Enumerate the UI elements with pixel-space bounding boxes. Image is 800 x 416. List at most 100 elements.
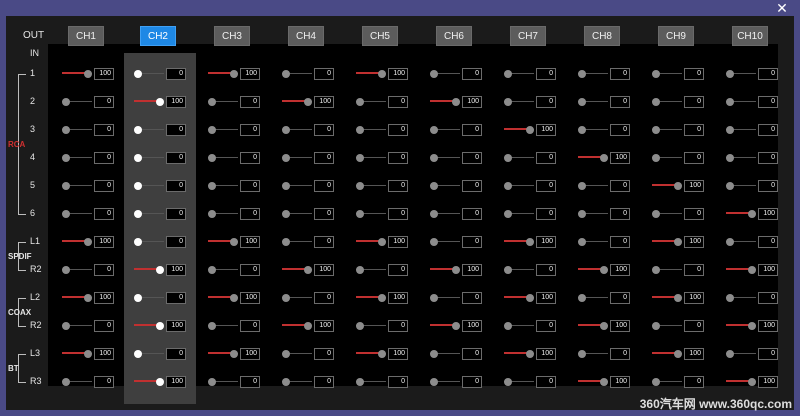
- gain-slider[interactable]: [134, 321, 164, 331]
- gain-value-field[interactable]: 0: [684, 152, 704, 164]
- slider-knob[interactable]: [652, 70, 660, 78]
- gain-slider[interactable]: [578, 265, 608, 275]
- slider-knob[interactable]: [378, 294, 386, 302]
- gain-slider[interactable]: [134, 125, 164, 135]
- gain-value-field[interactable]: 100: [684, 180, 704, 192]
- gain-slider[interactable]: [282, 69, 312, 79]
- gain-value-field[interactable]: 0: [388, 152, 408, 164]
- gain-slider[interactable]: [726, 237, 756, 247]
- gain-value-field[interactable]: 0: [610, 292, 630, 304]
- gain-slider[interactable]: [726, 97, 756, 107]
- gain-slider[interactable]: [208, 153, 238, 163]
- gain-slider[interactable]: [62, 293, 92, 303]
- gain-value-field[interactable]: 0: [758, 124, 778, 136]
- gain-slider[interactable]: [430, 97, 460, 107]
- gain-value-field[interactable]: 100: [610, 376, 630, 388]
- slider-knob[interactable]: [356, 322, 364, 330]
- slider-knob[interactable]: [726, 238, 734, 246]
- close-icon[interactable]: ✕: [774, 0, 790, 16]
- slider-knob[interactable]: [504, 70, 512, 78]
- slider-knob[interactable]: [156, 378, 164, 386]
- gain-value-field[interactable]: 100: [94, 236, 114, 248]
- gain-slider[interactable]: [578, 321, 608, 331]
- slider-knob[interactable]: [504, 378, 512, 386]
- slider-knob[interactable]: [652, 378, 660, 386]
- slider-knob[interactable]: [208, 154, 216, 162]
- gain-slider[interactable]: [62, 265, 92, 275]
- gain-value-field[interactable]: 0: [94, 320, 114, 332]
- gain-slider[interactable]: [208, 293, 238, 303]
- gain-value-field[interactable]: 0: [240, 376, 260, 388]
- slider-knob[interactable]: [304, 98, 312, 106]
- slider-knob[interactable]: [526, 126, 534, 134]
- gain-value-field[interactable]: 0: [240, 320, 260, 332]
- gain-slider[interactable]: [356, 237, 386, 247]
- gain-value-field[interactable]: 0: [314, 376, 334, 388]
- gain-value-field[interactable]: 100: [536, 236, 556, 248]
- gain-slider[interactable]: [430, 377, 460, 387]
- gain-slider[interactable]: [134, 293, 164, 303]
- gain-value-field[interactable]: 100: [684, 236, 704, 248]
- gain-slider[interactable]: [504, 181, 534, 191]
- gain-slider[interactable]: [652, 69, 682, 79]
- gain-value-field[interactable]: 100: [536, 348, 556, 360]
- slider-knob[interactable]: [208, 182, 216, 190]
- gain-value-field[interactable]: 0: [684, 96, 704, 108]
- slider-knob[interactable]: [208, 210, 216, 218]
- gain-slider[interactable]: [134, 181, 164, 191]
- gain-value-field[interactable]: 0: [462, 180, 482, 192]
- gain-value-field[interactable]: 0: [240, 96, 260, 108]
- slider-knob[interactable]: [378, 238, 386, 246]
- gain-slider[interactable]: [356, 321, 386, 331]
- slider-knob[interactable]: [282, 154, 290, 162]
- slider-knob[interactable]: [430, 126, 438, 134]
- slider-knob[interactable]: [230, 350, 238, 358]
- gain-slider[interactable]: [504, 237, 534, 247]
- gain-slider[interactable]: [356, 209, 386, 219]
- slider-knob[interactable]: [378, 70, 386, 78]
- gain-value-field[interactable]: 100: [758, 376, 778, 388]
- slider-knob[interactable]: [526, 294, 534, 302]
- gain-value-field[interactable]: 100: [240, 68, 260, 80]
- slider-knob[interactable]: [84, 238, 92, 246]
- gain-slider[interactable]: [62, 377, 92, 387]
- gain-slider[interactable]: [652, 265, 682, 275]
- gain-slider[interactable]: [208, 237, 238, 247]
- slider-knob[interactable]: [430, 182, 438, 190]
- gain-value-field[interactable]: 0: [610, 348, 630, 360]
- gain-value-field[interactable]: 0: [684, 320, 704, 332]
- gain-value-field[interactable]: 100: [166, 376, 186, 388]
- slider-knob[interactable]: [430, 238, 438, 246]
- gain-slider[interactable]: [62, 209, 92, 219]
- channel-button-ch2[interactable]: CH2: [140, 26, 176, 46]
- slider-knob[interactable]: [504, 210, 512, 218]
- gain-slider[interactable]: [208, 125, 238, 135]
- gain-slider[interactable]: [62, 125, 92, 135]
- slider-knob[interactable]: [134, 238, 142, 246]
- gain-value-field[interactable]: 0: [758, 348, 778, 360]
- slider-knob[interactable]: [652, 98, 660, 106]
- slider-knob[interactable]: [652, 126, 660, 134]
- gain-value-field[interactable]: 0: [462, 152, 482, 164]
- gain-value-field[interactable]: 0: [388, 124, 408, 136]
- gain-value-field[interactable]: 0: [536, 96, 556, 108]
- gain-slider[interactable]: [578, 209, 608, 219]
- gain-slider[interactable]: [282, 209, 312, 219]
- gain-slider[interactable]: [578, 293, 608, 303]
- gain-value-field[interactable]: 0: [94, 152, 114, 164]
- gain-value-field[interactable]: 100: [536, 292, 556, 304]
- gain-value-field[interactable]: 0: [314, 180, 334, 192]
- gain-value-field[interactable]: 0: [684, 208, 704, 220]
- slider-knob[interactable]: [356, 154, 364, 162]
- gain-slider[interactable]: [134, 265, 164, 275]
- gain-value-field[interactable]: 0: [462, 376, 482, 388]
- slider-knob[interactable]: [62, 98, 70, 106]
- slider-knob[interactable]: [134, 294, 142, 302]
- gain-value-field[interactable]: 0: [610, 208, 630, 220]
- gain-slider[interactable]: [726, 125, 756, 135]
- slider-knob[interactable]: [62, 378, 70, 386]
- gain-slider[interactable]: [726, 265, 756, 275]
- gain-value-field[interactable]: 100: [166, 264, 186, 276]
- slider-knob[interactable]: [156, 266, 164, 274]
- slider-knob[interactable]: [134, 154, 142, 162]
